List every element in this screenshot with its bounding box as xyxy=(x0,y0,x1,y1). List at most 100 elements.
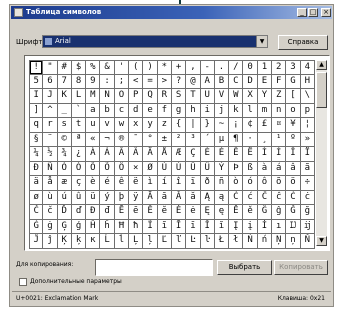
character-cell[interactable]: Ĕ xyxy=(143,205,158,220)
character-cell[interactable]: Ī xyxy=(171,219,187,234)
character-cell[interactable]: p xyxy=(300,103,315,118)
character-cell[interactable]: ö xyxy=(286,176,301,191)
character-cell[interactable]: = xyxy=(143,74,158,89)
character-cell[interactable]: ą xyxy=(214,190,230,205)
character-cell[interactable]: m xyxy=(257,103,273,118)
character-cell[interactable]: > xyxy=(157,74,172,89)
character-cell[interactable]: Þ xyxy=(229,161,244,176)
character-cell[interactable]: Â xyxy=(114,147,130,162)
character-cell[interactable]: û xyxy=(71,190,87,205)
character-cell[interactable]: Ð xyxy=(29,161,44,176)
character-cell[interactable]: R xyxy=(157,89,172,104)
character-cell[interactable]: ğ xyxy=(300,205,315,220)
character-cell[interactable]: # xyxy=(57,60,72,75)
character-cell[interactable]: H xyxy=(300,74,315,89)
character-cell[interactable]: Ā xyxy=(143,190,158,205)
character-cell[interactable]: f xyxy=(157,103,172,118)
character-cell[interactable]: ņ xyxy=(286,234,301,249)
copy-field[interactable] xyxy=(95,259,213,276)
character-cell[interactable]: 3 xyxy=(286,60,301,75)
character-cell[interactable]: È xyxy=(200,147,215,162)
character-cell[interactable]: á xyxy=(272,161,287,176)
character-cell[interactable]: ì xyxy=(143,176,158,191)
character-cell[interactable]: ² xyxy=(171,132,187,147)
character-cell[interactable]: ó xyxy=(243,176,258,191)
scroll-up-icon[interactable]: ▲ xyxy=(316,60,327,70)
character-cell[interactable]: T xyxy=(186,89,201,104)
character-cell[interactable]: º xyxy=(286,132,301,147)
character-cell[interactable]: 4 xyxy=(300,60,315,75)
character-cell[interactable]: y xyxy=(143,118,158,133)
character-cell[interactable]: g xyxy=(171,103,187,118)
character-cell[interactable]: ð xyxy=(200,176,215,191)
character-cell[interactable]: [ xyxy=(286,89,301,104)
character-cell[interactable]: D xyxy=(243,74,258,89)
character-cell[interactable]: 9 xyxy=(86,74,101,89)
character-cell[interactable]: ¯ xyxy=(129,132,144,147)
character-cell[interactable]: Á xyxy=(100,147,115,162)
character-cell[interactable]: ç xyxy=(71,176,87,191)
character-cell[interactable]: À xyxy=(86,147,101,162)
character-cell[interactable]: Ý xyxy=(214,161,230,176)
character-cell[interactable]: M xyxy=(86,89,101,104)
character-cell[interactable]: Ï xyxy=(300,147,315,162)
character-cell[interactable]: ? xyxy=(171,74,187,89)
character-cell[interactable]: . xyxy=(214,60,230,75)
character-cell[interactable]: ú xyxy=(57,190,72,205)
character-cell[interactable]: " xyxy=(43,60,58,75)
character-cell[interactable]: ¿ xyxy=(71,147,87,162)
character-cell[interactable]: Ĉ xyxy=(257,190,273,205)
character-cell[interactable]: Ì xyxy=(257,147,273,162)
character-cell[interactable]: ł xyxy=(229,234,244,249)
character-cell[interactable]: æ xyxy=(57,176,72,191)
character-cell[interactable]: µ xyxy=(214,132,230,147)
character-cell[interactable]: ĥ xyxy=(100,219,115,234)
character-cell[interactable]: Ô xyxy=(86,161,101,176)
character-cell[interactable]: r xyxy=(43,118,58,133)
character-cell[interactable]: ' xyxy=(114,60,130,75)
character-cell[interactable]: ć xyxy=(243,190,258,205)
character-cell[interactable]: Å xyxy=(157,147,172,162)
character-cell[interactable]: č xyxy=(43,205,58,220)
character-cell[interactable]: ä xyxy=(29,176,44,191)
character-cell[interactable]: ¼ xyxy=(29,147,44,162)
character-cell[interactable]: Ú xyxy=(171,161,187,176)
character-cell[interactable]: t xyxy=(71,118,87,133)
character-cell[interactable]: ę xyxy=(214,205,230,220)
character-cell[interactable]: 5 xyxy=(29,74,44,89)
character-cell[interactable]: N xyxy=(100,89,115,104)
character-cell[interactable]: ġ xyxy=(43,219,58,234)
character-cell[interactable]: K xyxy=(57,89,72,104)
character-cell[interactable]: a xyxy=(86,103,101,118)
character-cell[interactable]: } xyxy=(200,118,215,133)
character-cell[interactable]: ¢ xyxy=(243,118,258,133)
character-cell[interactable]: § xyxy=(29,132,44,147)
character-cell[interactable]: £ xyxy=(257,118,273,133)
character-cell[interactable]: Ò xyxy=(57,161,72,176)
character-cell[interactable]: Ĵ xyxy=(29,234,44,249)
character-cell[interactable]: Ã xyxy=(129,147,144,162)
character-cell[interactable]: o xyxy=(286,103,301,118)
character-cell[interactable]: ß xyxy=(243,161,258,176)
character-cell[interactable]: Ù xyxy=(157,161,172,176)
character-cell[interactable]: F xyxy=(272,74,287,89)
character-cell[interactable]: ¶ xyxy=(229,132,244,147)
character-cell[interactable]: S xyxy=(171,89,187,104)
character-cell[interactable]: Ą xyxy=(200,190,215,205)
character-cell[interactable]: Ĭ xyxy=(200,219,215,234)
character-cell[interactable]: ù xyxy=(43,190,58,205)
character-cell[interactable]: © xyxy=(57,132,72,147)
character-cell[interactable]: Q xyxy=(143,89,158,104)
copy-button[interactable]: Копировать xyxy=(274,260,328,275)
character-cell[interactable]: e xyxy=(143,103,158,118)
character-cell[interactable]: ¾ xyxy=(57,147,72,162)
character-cell[interactable]: Ł xyxy=(214,234,230,249)
character-cell[interactable]: Y xyxy=(257,89,273,104)
close-button[interactable]: × xyxy=(321,8,331,17)
character-cell[interactable]: Ď xyxy=(57,205,72,220)
character-cell[interactable]: Ć xyxy=(229,190,244,205)
character-cell[interactable]: « xyxy=(86,132,101,147)
character-cell[interactable]: ® xyxy=(114,132,130,147)
character-cell[interactable]: Ĥ xyxy=(86,219,101,234)
character-cell[interactable]: ´ xyxy=(200,132,215,147)
